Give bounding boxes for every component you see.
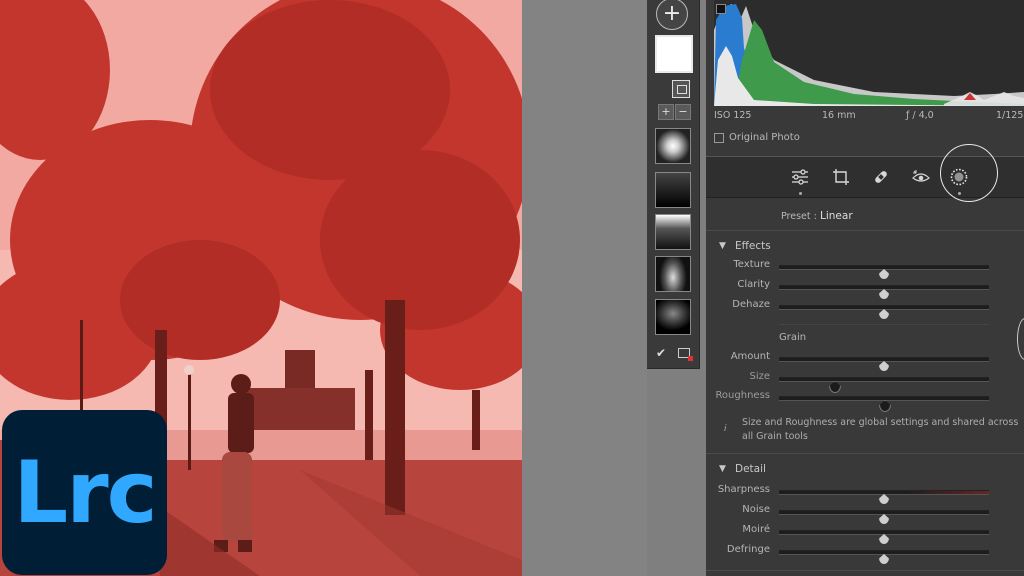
grain-roughness-slider[interactable]: Roughness xyxy=(706,388,1024,406)
plus-icon: + xyxy=(662,1,682,26)
confirm-check-icon[interactable]: ✔ xyxy=(656,346,666,360)
iso-value: ISO 125 xyxy=(714,110,752,121)
slider-track[interactable] xyxy=(779,377,989,382)
noise-slider[interactable]: Noise xyxy=(706,502,1024,520)
slider-label: Roughness xyxy=(715,390,770,401)
logo-text: Lrc xyxy=(13,442,157,543)
healing-icon xyxy=(875,171,887,183)
preset-row[interactable]: Preset : Linear xyxy=(706,206,1024,228)
preset-label: Preset : xyxy=(781,211,817,222)
divider xyxy=(706,230,1024,231)
focal-length-value: 16 mm xyxy=(822,110,856,121)
shutter-value: 1/1250 xyxy=(996,110,1024,121)
clarity-slider[interactable]: Clarity xyxy=(706,277,1024,295)
original-photo-label: Original Photo xyxy=(729,132,800,143)
slider-label: Defringe xyxy=(726,544,770,555)
original-photo-toggle[interactable]: Original Photo xyxy=(714,132,800,143)
preset-value[interactable]: Linear xyxy=(820,210,853,222)
aperture-value: ƒ / 4,0 xyxy=(906,110,934,121)
slider-track[interactable] xyxy=(779,285,989,290)
slider-label: Sharpness xyxy=(717,484,770,495)
defringe-slider[interactable]: Defringe xyxy=(706,542,1024,560)
slider-track[interactable] xyxy=(779,550,989,555)
red-eye-icon xyxy=(912,170,930,182)
histogram-graph xyxy=(714,0,1024,106)
photo-canvas[interactable]: Lrc xyxy=(0,0,522,576)
divider xyxy=(779,324,989,325)
mask-panel: + + − ✔ xyxy=(647,0,700,369)
slider-label: Size xyxy=(749,371,770,382)
collapse-triangle-icon: ▼ xyxy=(719,241,726,251)
mask-overlay-icon[interactable] xyxy=(672,80,690,98)
develop-right-panel: ISO 125 16 mm ƒ / 4,0 1/1250 Original Ph… xyxy=(706,0,1024,576)
mask-thumb-vignette[interactable] xyxy=(655,299,691,335)
subtract-mini-label: − xyxy=(678,105,688,118)
develop-tool-strip xyxy=(706,144,1024,202)
slider-label: Texture xyxy=(733,259,770,270)
mask-thumb-dark[interactable] xyxy=(655,172,691,208)
add-to-mask-button[interactable]: + xyxy=(658,104,674,120)
workspace-background xyxy=(522,0,647,576)
slider-label: Clarity xyxy=(737,279,770,290)
grain-subheader: Grain xyxy=(779,332,807,343)
info-icon: i xyxy=(724,424,727,434)
slider-label: Moiré xyxy=(742,524,770,535)
subtract-from-mask-button[interactable]: − xyxy=(675,104,691,120)
grain-amount-slider[interactable]: Amount xyxy=(706,349,1024,367)
exif-info: ISO 125 16 mm ƒ / 4,0 1/1250 xyxy=(714,110,1024,126)
effects-section-header[interactable]: ▼ Effects xyxy=(706,237,1024,257)
add-mini-label: + xyxy=(661,105,671,118)
grain-info-note: Size and Roughness are global settings a… xyxy=(742,417,1019,442)
edit-sliders-icon xyxy=(792,169,808,185)
moire-slider[interactable]: Moiré xyxy=(706,522,1024,540)
histogram[interactable] xyxy=(714,0,1024,106)
grain-size-slider[interactable]: Size xyxy=(706,369,1024,387)
slider-track[interactable] xyxy=(779,510,989,515)
lightroom-classic-logo: Lrc xyxy=(2,410,167,575)
detail-section-header[interactable]: ▼ Detail xyxy=(706,460,1024,480)
detail-title: Detail xyxy=(735,463,766,475)
add-mask-button[interactable]: + xyxy=(656,0,688,30)
original-photo-checkbox[interactable] xyxy=(714,132,724,143)
mask-thumb-radial[interactable] xyxy=(655,128,691,164)
slider-track[interactable] xyxy=(779,265,989,270)
slider-label: Dehaze xyxy=(732,299,770,310)
mask-thumb-white[interactable] xyxy=(655,35,693,73)
sharpness-slider[interactable]: Sharpness xyxy=(706,482,1024,500)
slider-label: Noise xyxy=(742,504,770,515)
slider-label: Amount xyxy=(730,351,770,362)
collapse-triangle-icon: ▼ xyxy=(719,464,726,474)
dehaze-slider[interactable]: Dehaze xyxy=(706,297,1024,315)
slider-track[interactable] xyxy=(779,305,989,310)
mask-thumb-gradient[interactable] xyxy=(655,214,691,250)
mask-color-icon[interactable] xyxy=(678,348,693,361)
mask-thumb-tree[interactable] xyxy=(655,256,691,292)
crop-tool-button[interactable] xyxy=(827,163,855,191)
edit-tool-button[interactable] xyxy=(786,163,814,195)
slider-track[interactable] xyxy=(779,530,989,535)
slider-track[interactable] xyxy=(779,396,989,401)
active-dot xyxy=(799,192,802,195)
effects-title: Effects xyxy=(735,240,771,252)
red-eye-tool-button[interactable] xyxy=(907,163,935,191)
divider xyxy=(706,453,1024,454)
slider-track[interactable] xyxy=(779,490,989,495)
crop-icon xyxy=(833,169,849,185)
slider-track[interactable] xyxy=(779,357,989,362)
texture-slider[interactable]: Texture xyxy=(706,257,1024,275)
shadow-clipping-icon[interactable] xyxy=(716,4,726,14)
healing-tool-button[interactable] xyxy=(867,163,895,191)
divider xyxy=(706,570,1024,571)
highlight-ring xyxy=(940,144,998,202)
